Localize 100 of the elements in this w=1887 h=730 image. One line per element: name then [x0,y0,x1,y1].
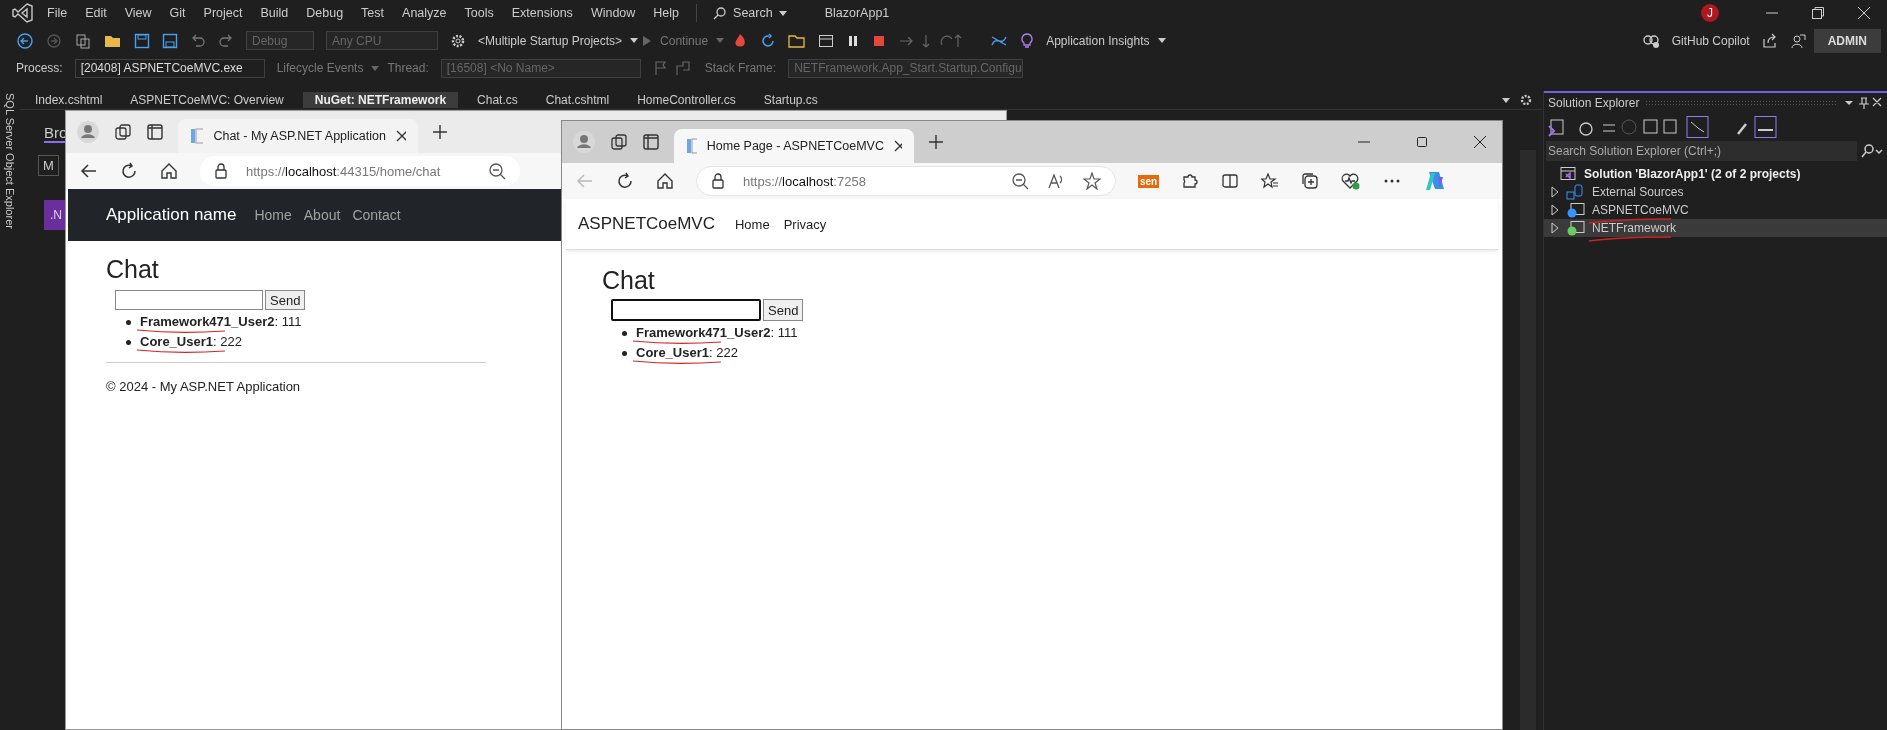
profile-icon[interactable] [76,120,100,144]
tree-item[interactable]: External Sources [1592,185,1684,199]
gear-icon[interactable] [1520,94,1532,106]
home-icon[interactable] [160,162,178,180]
close-icon[interactable] [1473,135,1487,149]
collections-icon[interactable] [1301,172,1320,190]
document-tab[interactable]: NuGet: NETFramework [302,92,459,108]
message-input[interactable] [611,299,761,321]
health-icon[interactable] [1341,172,1362,190]
save-all-icon[interactable] [162,32,178,49]
browser-tab[interactable]: Chat - My ASP.NET Application [178,119,418,153]
site-brand-link[interactable]: Application name [106,205,237,225]
nav-link[interactable]: About [303,207,341,223]
tree-item[interactable]: ASPNETCoeMVC [1592,203,1689,217]
new-tab-icon[interactable] [928,134,944,150]
star-icon[interactable] [1083,172,1101,190]
panel-controls-icon[interactable] [1843,96,1883,110]
menu-item[interactable]: Project [194,6,252,20]
application-insights-dropdown[interactable]: Application Insights [1042,33,1154,48]
menu-item[interactable]: Test [352,6,394,20]
nav-link[interactable]: Privacy [783,216,827,232]
lightbulb-icon[interactable] [1020,32,1035,49]
save-icon[interactable] [134,32,150,49]
nav-link[interactable]: Contact [352,207,401,223]
document-tab[interactable]: Chat.cs [468,92,527,108]
menu-item[interactable]: Help [644,6,689,20]
restore-icon[interactable] [1811,6,1825,20]
favorites-icon[interactable] [1261,172,1280,190]
menu-item[interactable]: View [115,6,161,20]
search-field[interactable]: Search Solution Explorer (Ctrl+;) [1546,141,1857,161]
reload-icon[interactable] [120,162,138,180]
browser-folder-icon[interactable] [788,32,807,49]
menu-item[interactable]: Debug [297,6,353,20]
document-tab[interactable]: Index.cshtml [26,92,112,108]
tab-actions-icon[interactable] [146,123,164,141]
redo-icon[interactable] [218,32,234,49]
lifecycle-events-button[interactable]: Lifecycle Events [272,61,368,75]
home-icon[interactable] [656,172,674,190]
menu-item[interactable]: Git [160,6,195,20]
gear-icon[interactable] [450,32,466,49]
user-avatar[interactable]: J [1701,4,1719,22]
close-icon[interactable] [395,130,406,142]
nav-link[interactable]: Home [254,207,292,223]
tree-item[interactable]: Solution 'BlazorApp1' (2 of 2 projects) [1584,167,1801,181]
new-item-icon[interactable] [74,31,92,50]
address-bar[interactable]: https://localhost:44315/home/chat [200,156,520,186]
zoom-out-icon[interactable] [1011,172,1029,190]
startup-projects-dropdown[interactable]: <Multiple Startup Projects> [474,33,627,48]
expand-arrow-icon[interactable] [1550,186,1560,198]
search-button[interactable]: Search [705,6,795,20]
workspaces-icon[interactable] [114,123,132,141]
menu-item[interactable]: Window [581,6,645,20]
puzzle-icon[interactable] [1181,172,1200,190]
menu-item[interactable]: Analyze [393,6,456,20]
feedback-icon[interactable] [1789,32,1806,49]
tree-item[interactable]: NETFramework [1592,221,1676,235]
browser-tab[interactable]: Home Page - ASPNETCoeMVC [674,129,914,163]
github-copilot-button[interactable]: GitHub Copilot [1667,33,1754,48]
admin-button[interactable]: ADMIN [1813,28,1881,53]
process-dropdown[interactable]: [20408] ASPNETCoeMVC.exe [74,58,265,78]
document-tab[interactable]: Startup.cs [754,92,827,108]
split-screen-icon[interactable] [1221,172,1240,190]
menu-item[interactable]: Tools [455,6,503,20]
stop-icon[interactable] [872,33,887,48]
document-tab[interactable]: Chat.cshtml [536,92,619,108]
send-button[interactable]: Send [265,290,306,310]
profile-icon[interactable] [572,130,596,154]
share-icon[interactable] [1761,32,1778,49]
copilot-icon[interactable] [1641,32,1660,49]
site-brand-link[interactable]: ASPNETCoeMVC [578,214,715,234]
undo-icon[interactable] [190,32,206,49]
input-field[interactable]: M [38,155,59,176]
solution-explorer-toolbar-icon[interactable] [1548,116,1778,138]
caret-icon[interactable] [1157,38,1166,43]
caret-icon[interactable] [630,38,639,43]
read-aloud-icon[interactable] [1047,172,1065,190]
zoom-out-icon[interactable] [488,162,506,180]
reload-icon[interactable] [616,172,634,190]
document-tab[interactable]: HomeController.cs [628,92,745,108]
address-bar[interactable]: https://localhost:7258 [696,166,1116,196]
expand-arrow-icon[interactable] [1550,204,1560,216]
maximize-icon[interactable] [1415,135,1429,149]
menu-item[interactable]: File [38,6,77,20]
back-icon[interactable] [80,162,98,180]
menu-item[interactable]: Edit [76,6,116,20]
nav-link[interactable]: Home [735,216,770,232]
workspaces-icon[interactable] [610,133,628,151]
more-icon[interactable] [1383,178,1402,184]
close-icon[interactable] [893,140,902,152]
expand-arrow-icon[interactable] [1550,222,1560,234]
send-button[interactable]: Send [763,299,804,321]
new-tab-icon[interactable] [432,124,448,140]
menu-item[interactable]: Extensions [502,6,582,20]
back-icon[interactable] [16,31,34,50]
caret-icon[interactable] [1502,97,1510,103]
document-tab[interactable]: ASPNETCoeMVC: Overview [121,92,293,108]
continue-button[interactable]: Continue [656,33,713,48]
message-input[interactable] [115,290,263,310]
restart-icon[interactable] [760,32,777,49]
side-panel-tab[interactable]: SQL Server Object Explorer [4,91,16,229]
